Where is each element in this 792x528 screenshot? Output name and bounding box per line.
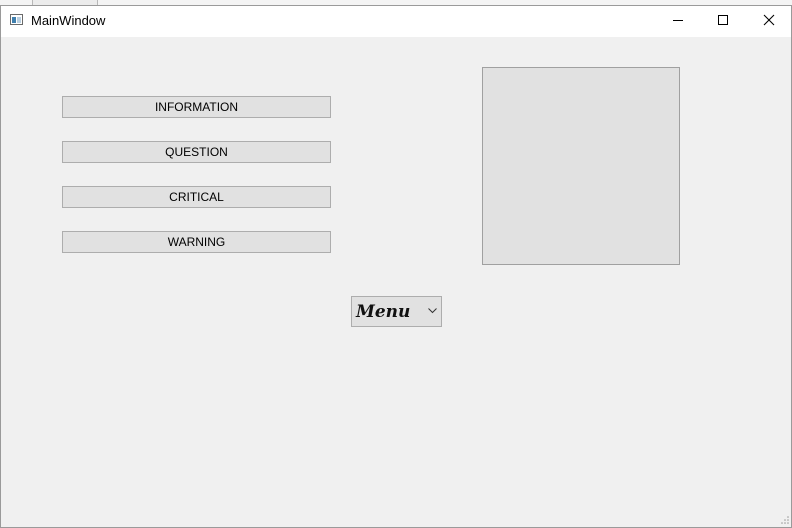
menu-combobox[interactable]: Menu xyxy=(351,296,442,327)
close-button[interactable] xyxy=(746,6,791,36)
image-label-frame xyxy=(482,67,680,265)
information-button[interactable]: INFORMATION xyxy=(62,96,331,118)
app-window-icon xyxy=(10,14,23,25)
maximize-button[interactable] xyxy=(700,6,746,36)
minimize-button[interactable] xyxy=(655,6,701,36)
close-icon xyxy=(763,14,775,26)
question-button[interactable]: QUESTION xyxy=(62,141,331,163)
chevron-down-icon xyxy=(428,308,437,314)
combobox-selected-value: Menu xyxy=(356,302,411,322)
maximize-icon xyxy=(718,15,728,25)
critical-button[interactable]: CRITICAL xyxy=(62,186,331,208)
main-window: MainWindow INFORMATION QUESTION CRITICAL… xyxy=(0,5,792,528)
window-title: MainWindow xyxy=(31,13,106,28)
warning-button[interactable]: WARNING xyxy=(62,231,331,253)
title-bar[interactable]: MainWindow xyxy=(1,6,791,37)
minimize-icon xyxy=(673,20,683,21)
resize-grip-icon[interactable] xyxy=(780,515,790,525)
